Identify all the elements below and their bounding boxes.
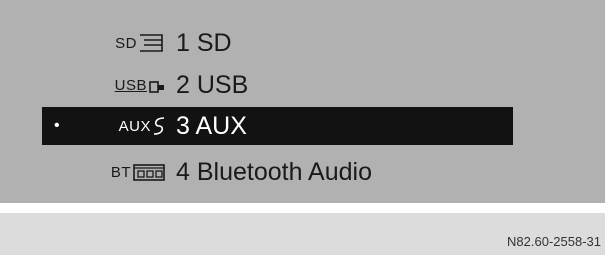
sd-card-icon: SD (70, 28, 180, 58)
bluetooth-audio-icon: BT (70, 157, 180, 187)
source-label-usb: 2 USB (176, 71, 249, 99)
bluetooth-device-glyph (133, 164, 165, 181)
source-label-bluetooth-audio: 4 Bluetooth Audio (176, 158, 372, 186)
aux-cable-glyph (153, 117, 165, 135)
source-label-sd: 1 SD (176, 29, 232, 57)
footer-bar: N82.60-2558-31 (0, 213, 605, 255)
source-item-sd[interactable]: SD 1 SD (42, 24, 513, 62)
source-item-usb[interactable]: USB 2 USB (42, 66, 513, 104)
selected-bullet: • (54, 117, 60, 134)
usb-connector-glyph (149, 81, 164, 93)
sd-card-glyph (140, 34, 163, 52)
source-menu: SD 1 SD USB 2 USB • AUX 3 AUX BT 4 Bluet… (0, 0, 605, 203)
usb-icon: USB (70, 70, 180, 100)
reference-code: N82.60-2558-31 (507, 234, 601, 249)
source-item-aux[interactable]: • AUX 3 AUX (42, 107, 513, 145)
source-item-bluetooth-audio[interactable]: BT 4 Bluetooth Audio (42, 153, 513, 191)
source-label-aux: 3 AUX (176, 112, 247, 140)
aux-icon: AUX (70, 111, 180, 141)
